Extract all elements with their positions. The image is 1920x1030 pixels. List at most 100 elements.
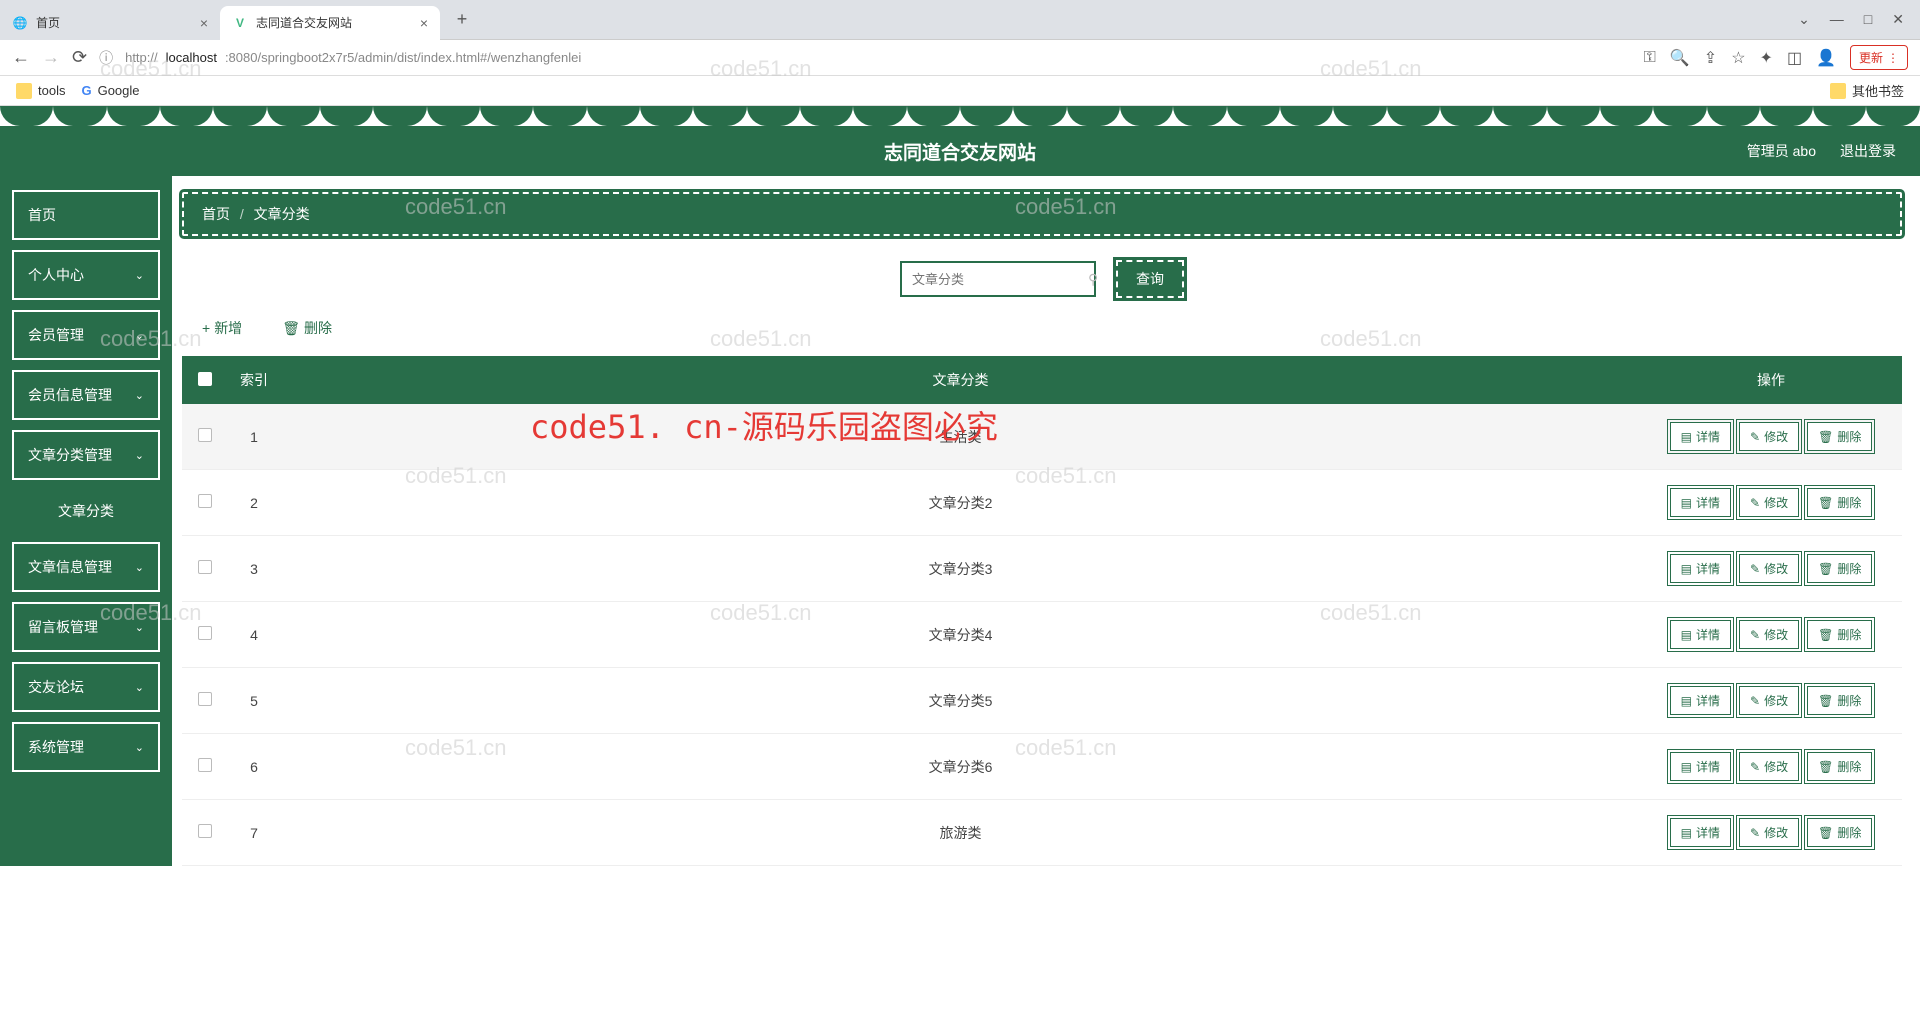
browser-tab-inactive[interactable]: 🌐 首页 ×: [0, 6, 220, 40]
query-button[interactable]: 查询: [1116, 260, 1184, 298]
list-icon: ▤: [1681, 430, 1692, 444]
detail-button[interactable]: ▤详情: [1670, 554, 1731, 583]
star-icon[interactable]: ☆: [1731, 48, 1745, 68]
close-icon[interactable]: ×: [200, 15, 208, 31]
table-row: 1 生活类 ▤详情 ✎修改 🗑删除: [182, 404, 1902, 470]
update-button[interactable]: 更新⋮: [1850, 45, 1908, 70]
address-bar[interactable]: http://localhost:8080/springboot2x7r5/ad…: [125, 50, 1632, 65]
share-icon[interactable]: ⇪: [1704, 48, 1717, 68]
search-input[interactable]: [912, 272, 1088, 287]
url-rest: :8080/springboot2x7r5/admin/dist/index.h…: [225, 50, 581, 65]
chevron-down-icon: ⌄: [135, 449, 144, 462]
edit-button[interactable]: ✎修改: [1739, 686, 1799, 715]
row-checkbox[interactable]: [198, 494, 212, 508]
close-icon[interactable]: ×: [420, 15, 428, 31]
row-checkbox[interactable]: [198, 626, 212, 640]
browser-tab-active[interactable]: V 志同道合交友网站 ×: [220, 6, 440, 40]
close-window-icon[interactable]: ✕: [1892, 11, 1904, 28]
edit-button[interactable]: ✎修改: [1739, 620, 1799, 649]
extensions-icon[interactable]: ✦: [1760, 48, 1773, 68]
reload-button[interactable]: ⟳: [72, 47, 87, 68]
sidebar-item-home[interactable]: 首页: [12, 190, 160, 240]
sidebar-item-system[interactable]: 系统管理 ⌄: [12, 722, 160, 772]
edit-button[interactable]: ✎修改: [1739, 488, 1799, 517]
edit-button[interactable]: ✎修改: [1739, 554, 1799, 583]
logout-link[interactable]: 退出登录: [1840, 141, 1896, 161]
table-row: 3 文章分类3 ▤详情 ✎修改 🗑删除: [182, 536, 1902, 602]
globe-icon: 🌐: [12, 15, 28, 31]
delete-row-button[interactable]: 🗑删除: [1807, 422, 1872, 451]
tab-title: 首页: [36, 14, 60, 31]
row-checkbox[interactable]: [198, 758, 212, 772]
sidebar-item-profile[interactable]: 个人中心 ⌄: [12, 250, 160, 300]
side-panel-icon[interactable]: ◫: [1787, 48, 1802, 68]
delete-row-button[interactable]: 🗑删除: [1807, 620, 1872, 649]
row-index: 7: [227, 800, 281, 866]
key-icon[interactable]: ⚿: [1644, 49, 1656, 67]
row-index: 4: [227, 602, 281, 668]
trash-icon: 🗑: [282, 320, 300, 337]
row-category: 旅游类: [281, 800, 1640, 866]
row-category: 文章分类2: [281, 470, 1640, 536]
detail-button[interactable]: ▤详情: [1670, 620, 1731, 649]
add-button[interactable]: + 新增: [202, 318, 242, 338]
back-button[interactable]: ←: [12, 47, 30, 68]
sidebar-item-member-info[interactable]: 会员信息管理 ⌄: [12, 370, 160, 420]
app-title: 志同道合交友网站: [884, 138, 1036, 165]
select-all-checkbox[interactable]: [198, 372, 212, 386]
maximize-icon[interactable]: □: [1864, 11, 1872, 28]
sidebar-subitem-article-category[interactable]: 文章分类: [12, 490, 160, 532]
table-row: 7 旅游类 ▤详情 ✎修改 🗑删除: [182, 800, 1902, 866]
app-header: 志同道合交友网站 管理员 abo 退出登录: [0, 126, 1920, 176]
detail-button[interactable]: ▤详情: [1670, 488, 1731, 517]
delete-row-button[interactable]: 🗑删除: [1807, 752, 1872, 781]
tab-title: 志同道合交友网站: [256, 14, 352, 31]
bookmark-tools[interactable]: tools: [16, 83, 65, 99]
detail-button[interactable]: ▤详情: [1670, 422, 1731, 451]
content-area: 首页 / 文章分类 ⚲ 查询 + 新增 🗑 删除: [172, 176, 1920, 866]
forward-button[interactable]: →: [42, 47, 60, 68]
sidebar-item-forum[interactable]: 交友论坛 ⌄: [12, 662, 160, 712]
row-checkbox[interactable]: [198, 560, 212, 574]
detail-button[interactable]: ▤详情: [1670, 686, 1731, 715]
detail-button[interactable]: ▤详情: [1670, 752, 1731, 781]
search-icon[interactable]: ⚲: [1088, 271, 1098, 288]
delete-row-button[interactable]: 🗑删除: [1807, 488, 1872, 517]
sidebar-item-article-info[interactable]: 文章信息管理 ⌄: [12, 542, 160, 592]
caret-down-icon[interactable]: ⌄: [1798, 11, 1810, 28]
detail-button[interactable]: ▤详情: [1670, 818, 1731, 847]
profile-icon[interactable]: 👤: [1816, 48, 1836, 68]
chevron-down-icon: ⌄: [135, 561, 144, 574]
table-header-index: 索引: [227, 356, 281, 404]
zoom-icon[interactable]: 🔍: [1670, 48, 1690, 68]
browser-tab-strip: 🌐 首页 × V 志同道合交友网站 × + ⌄ — □ ✕: [0, 0, 1920, 40]
row-checkbox[interactable]: [198, 428, 212, 442]
breadcrumb: 首页 / 文章分类: [182, 192, 1902, 236]
sidebar-item-article-category[interactable]: 文章分类管理 ⌄: [12, 430, 160, 480]
bookmark-google[interactable]: G Google: [81, 83, 139, 98]
edit-button[interactable]: ✎修改: [1739, 752, 1799, 781]
delete-row-button[interactable]: 🗑删除: [1807, 554, 1872, 583]
row-checkbox[interactable]: [198, 824, 212, 838]
row-category: 文章分类3: [281, 536, 1640, 602]
url-prefix: http://: [125, 50, 158, 65]
scallop-decoration: [0, 106, 1920, 126]
edit-button[interactable]: ✎修改: [1739, 422, 1799, 451]
row-checkbox[interactable]: [198, 692, 212, 706]
site-info-icon[interactable]: ⓘ: [99, 48, 113, 68]
list-icon: ▤: [1681, 826, 1692, 840]
row-category: 生活类: [281, 404, 1640, 470]
user-label[interactable]: 管理员 abo: [1747, 141, 1816, 161]
minimize-icon[interactable]: —: [1830, 11, 1844, 28]
new-tab-button[interactable]: +: [448, 6, 476, 34]
other-bookmarks[interactable]: 其他书签: [1830, 81, 1904, 100]
sidebar-item-member-mgmt[interactable]: 会员管理 ⌄: [12, 310, 160, 360]
sidebar-item-message-board[interactable]: 留言板管理 ⌄: [12, 602, 160, 652]
breadcrumb-home[interactable]: 首页: [202, 206, 230, 222]
delete-row-button[interactable]: 🗑删除: [1807, 818, 1872, 847]
trash-icon: 🗑: [1818, 760, 1833, 774]
delete-button[interactable]: 🗑 删除: [282, 318, 332, 338]
delete-row-button[interactable]: 🗑删除: [1807, 686, 1872, 715]
folder-icon: [1830, 83, 1846, 99]
edit-button[interactable]: ✎修改: [1739, 818, 1799, 847]
